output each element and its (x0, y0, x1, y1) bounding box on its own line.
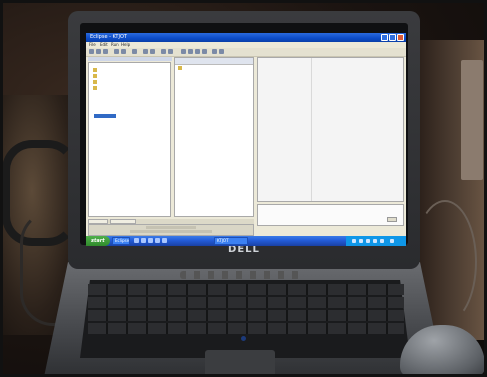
tool-icon[interactable] (181, 49, 186, 54)
bottom-panel (88, 224, 254, 236)
photo-scene: DELL Eclipse - KTJOT File Edit Run Help (0, 0, 487, 377)
touchpad (205, 350, 275, 377)
tree-item[interactable] (93, 79, 99, 84)
keyboard-row (88, 310, 404, 321)
quicklaunch-icon[interactable] (141, 238, 146, 243)
maximize-button[interactable] (389, 34, 396, 41)
outline-row[interactable] (178, 65, 184, 70)
bottom-panel-line (130, 230, 212, 233)
folder-icon (93, 74, 97, 78)
outline-pane[interactable] (174, 57, 254, 217)
background-panel-right (461, 60, 483, 180)
tree-item-selected[interactable] (94, 114, 116, 118)
editor-divider (311, 58, 312, 201)
folder-icon (93, 68, 97, 72)
back-icon[interactable] (143, 49, 148, 54)
tray-icon[interactable] (359, 239, 363, 243)
save-icon[interactable] (96, 49, 101, 54)
taskbar-button[interactable]: Eclipse (112, 237, 130, 245)
tool-icon[interactable] (188, 49, 193, 54)
close-button[interactable] (397, 34, 404, 41)
run-icon[interactable] (114, 49, 119, 54)
item-icon (178, 66, 182, 70)
window-titlebar[interactable]: Eclipse - KTJOT (86, 33, 406, 42)
tool-icon[interactable] (202, 49, 207, 54)
system-tray (346, 236, 406, 246)
keyboard-row (88, 297, 404, 308)
refresh-icon[interactable] (161, 49, 166, 54)
keyboard-row (88, 284, 404, 295)
console-button[interactable] (387, 217, 397, 222)
start-label: start (91, 238, 105, 244)
tray-icon[interactable] (352, 239, 356, 243)
view-tab-strip[interactable] (88, 57, 172, 61)
folder-icon (93, 86, 97, 90)
forward-icon[interactable] (150, 49, 155, 54)
tree-item[interactable] (93, 73, 99, 78)
trackstick (241, 336, 246, 341)
taskbar-button[interactable]: KTJOT (214, 237, 248, 245)
folder-icon (93, 80, 97, 84)
project-explorer-pane[interactable] (88, 62, 171, 217)
toolbar (86, 48, 406, 57)
quicklaunch-icon[interactable] (162, 238, 167, 243)
bottom-panel-line (146, 226, 196, 229)
debug-icon[interactable] (121, 49, 126, 54)
print-icon[interactable] (103, 49, 108, 54)
tray-icon[interactable] (380, 239, 384, 243)
new-icon[interactable] (89, 49, 94, 54)
outline-pane-header (175, 58, 253, 65)
minimize-button[interactable] (381, 34, 388, 41)
tray-icon[interactable] (366, 239, 370, 243)
taskbar: start Eclipse KTJOT (86, 236, 406, 246)
quicklaunch-icon[interactable] (148, 238, 153, 243)
tray-icon[interactable] (373, 239, 377, 243)
tool-icon[interactable] (195, 49, 200, 54)
tool-icon[interactable] (219, 49, 224, 54)
stop-icon[interactable] (168, 49, 173, 54)
laptop-screen: Eclipse - KTJOT File Edit Run Help start… (86, 33, 406, 246)
editor-pane[interactable] (257, 57, 404, 202)
console-pane[interactable] (257, 204, 404, 226)
tool-icon[interactable] (212, 49, 217, 54)
laptop-power-buttons (180, 271, 300, 279)
clock-icon (390, 239, 394, 243)
tree-item[interactable] (93, 85, 99, 90)
quicklaunch-icon[interactable] (155, 238, 160, 243)
search-icon[interactable] (132, 49, 137, 54)
keyboard-row (88, 323, 404, 334)
tree-item[interactable] (93, 67, 99, 72)
window-title: Eclipse - KTJOT (90, 34, 127, 40)
start-button[interactable]: start (86, 236, 110, 246)
quicklaunch-icon[interactable] (134, 238, 139, 243)
